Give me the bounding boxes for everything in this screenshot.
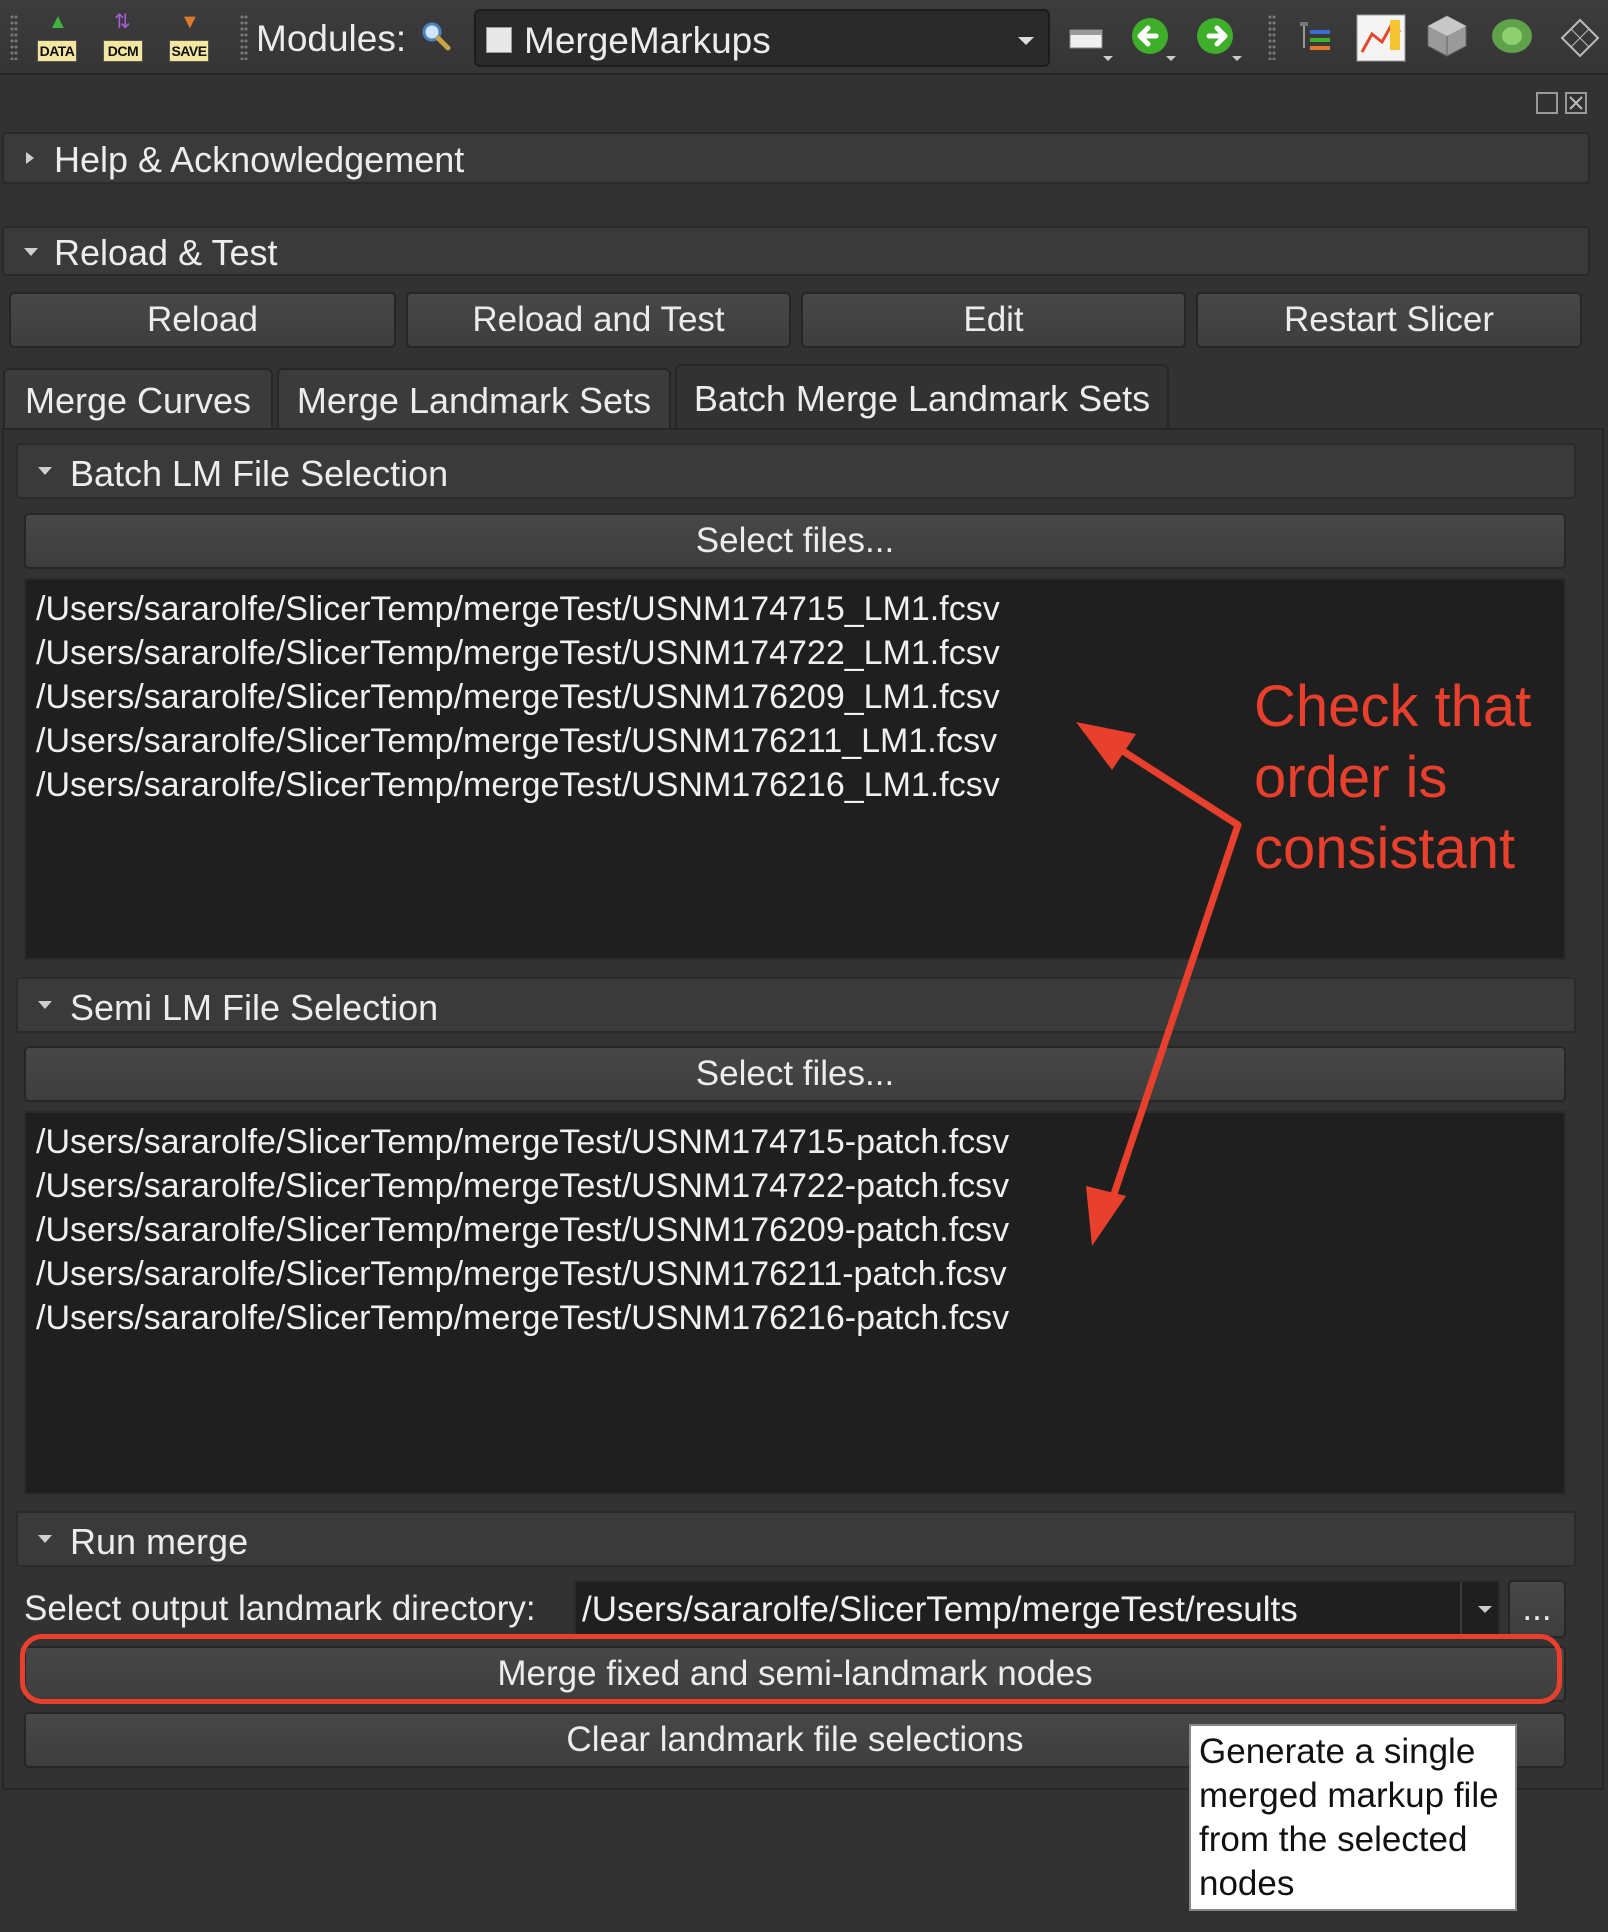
arrowhead-icon	[1086, 1186, 1126, 1246]
order-annotation: Check that order is consistant	[1254, 671, 1531, 884]
annotation-arrows	[1076, 722, 1242, 1246]
tooltip-line: nodes	[1199, 1864, 1295, 1903]
tooltip-line: merged markup file	[1199, 1776, 1499, 1815]
tooltip-line: from the selected	[1199, 1820, 1468, 1859]
tooltip-line: Generate a single	[1199, 1732, 1476, 1771]
arrow-to-semi-list	[1106, 821, 1242, 1210]
annotation-line: Check that	[1254, 674, 1532, 739]
annotation-line: consistant	[1254, 816, 1516, 881]
arrowhead-icon	[1076, 722, 1136, 770]
merge-button-tooltip: Generate a single merged markup file fro…	[1189, 1724, 1517, 1911]
annotation-line: order is	[1254, 745, 1448, 810]
